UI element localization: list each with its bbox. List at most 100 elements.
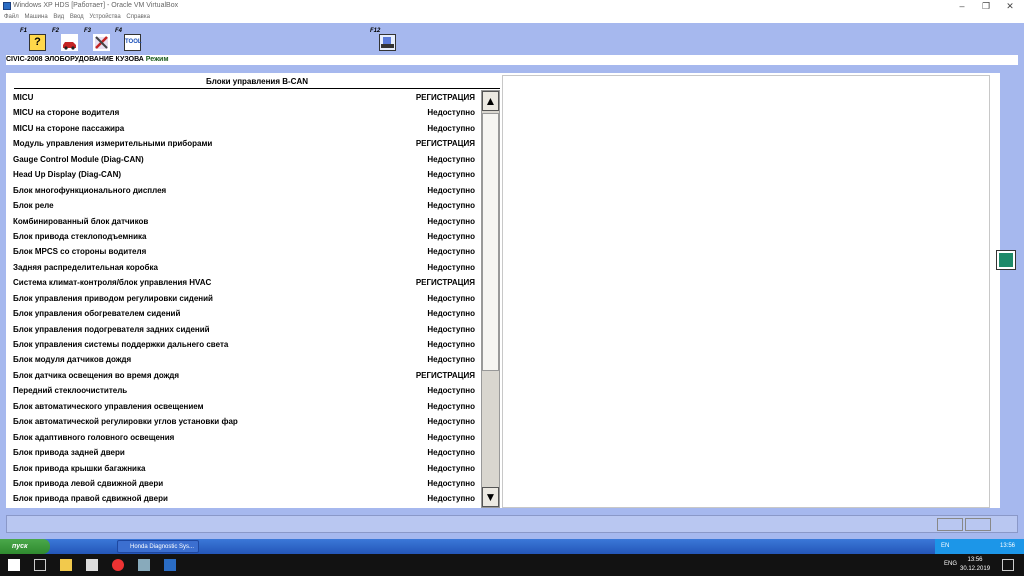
ecu-status: Недоступно [427,247,475,257]
ecu-status: Недоступно [427,154,475,164]
detail-panel [502,75,990,508]
input-language[interactable]: ENG [944,561,957,567]
ecu-name: Блок MPCS со стороны водителя [13,247,147,257]
ecu-status: РЕГИСТРАЦИЯ [415,93,475,102]
ecu-status: Недоступно [427,262,475,272]
ecu-row[interactable]: Блок модуля датчиков дождя Недоступно [10,352,477,367]
ecu-row[interactable]: Модуль управления измерительными прибора… [10,136,477,151]
ecu-row[interactable]: Блок привода задней двери Недоступно [10,445,477,460]
ecu-row[interactable]: Head Up Display (Diag-CAN) Недоступно [10,167,477,182]
ecu-name: Задняя распределительная коробка [13,262,158,272]
menu-devices[interactable]: Устройства [89,14,120,20]
ecu-row[interactable]: Передний стеклоочиститель Недоступно [10,383,477,398]
ecu-status: Недоступно [427,432,475,442]
ecu-status: Недоступно [427,478,475,488]
ecu-name: Блок модуля датчиков дождя [13,355,132,365]
ecu-name: Блок управления приводом регулировки сид… [13,293,213,303]
menu-file[interactable]: Файл [4,14,19,20]
restore-icon[interactable]: ❐ [974,0,998,12]
close-icon[interactable]: ✕ [998,0,1022,12]
ecu-status: РЕГИСТРАЦИЯ [415,370,475,380]
status-field-1 [937,518,963,531]
ecu-status: Недоступно [427,448,475,458]
ecu-name: Блок привода правой сдвижной двери [13,494,168,504]
menu-view[interactable]: Вид [53,14,64,20]
windows-taskbar: ENG 13:56 30.12.2019 [0,554,1024,576]
ecu-status: Недоступно [427,170,475,180]
ecu-status: Недоступно [427,216,475,226]
f1-help-button[interactable]: F1 ? [20,28,48,53]
ecu-row[interactable]: MICU РЕГИСТРАЦИЯ [10,90,477,105]
ecu-row[interactable]: Блок управления системы поддержки дальне… [10,337,477,352]
breadcrumb-mode: Режим [145,56,169,63]
ecu-name: Блок привода крышки багажника [13,463,146,473]
hds-toolbar: F1 ? F2 F3 F4 TOOL F12 [0,23,1024,55]
ecu-name: Передний стеклоочиститель [13,386,128,396]
xp-start-button[interactable]: пуск [0,539,50,554]
ecu-status: Недоступно [427,123,475,133]
menu-help[interactable]: Справка [126,14,150,20]
ecu-row[interactable]: Блок автоматической регулировки углов ус… [10,414,477,429]
virtualbox-taskbar-icon[interactable] [164,559,176,571]
ecu-row[interactable]: Блок адаптивного головного освещения Недо… [10,430,477,445]
notification-icon[interactable] [1002,559,1014,571]
vm-screen: F1 ? F2 F3 F4 TOOL F12 CIVIC-2008 ЭЛОБОР… [0,23,1024,539]
exit-button[interactable] [996,250,1016,270]
ecu-row[interactable]: Блок автоматического управления освещени… [10,399,477,414]
ecu-row[interactable]: Блок привода стеклоподъемника Недоступно [10,229,477,244]
ecu-row[interactable]: MICU на стороне водителя Недоступно [10,105,477,120]
ecu-row[interactable]: Блок MPCS со стороны водителя Недоступно [10,244,477,259]
calculator-icon[interactable] [86,559,98,571]
ecu-status: Недоступно [427,108,475,118]
windows-start-icon[interactable] [8,559,20,571]
menu-machine[interactable]: Машина [24,14,47,20]
ecu-status: Недоступно [427,386,475,396]
menu-input[interactable]: Ввод [70,14,84,20]
ecu-status: Недоступно [427,185,475,195]
ecu-row[interactable]: MICU на стороне пассажира Недоступно [10,121,477,136]
system-clock[interactable]: 13:56 30.12.2019 [960,556,990,574]
main-panel: Блоки управления B-CAN MICU РЕГИСТРАЦИЯ MI… [6,73,1000,508]
ecu-row[interactable]: Блок датчика освещения во время дождя РЕГ… [10,368,477,383]
ecu-name: Блок реле [13,201,54,211]
ecu-status: Недоступно [427,463,475,473]
ecu-name: Блок управления подогревателя задних сид… [13,324,210,334]
ecu-row[interactable]: Блок управления приводом регулировки сид… [10,291,477,306]
ecu-row[interactable]: Блок реле Недоступно [10,198,477,213]
ecu-row[interactable]: Блок управления обогревателем сидений Нед… [10,306,477,321]
vertical-scrollbar[interactable]: ▲ ▼ [481,90,500,508]
f2-vehicle-button[interactable]: F2 [52,28,80,53]
minimize-icon[interactable]: – [950,0,974,12]
f12-print-button[interactable]: F12 [370,28,398,53]
f3-tools-button[interactable]: F3 [84,28,112,53]
xp-task-honda[interactable]: Honda Diagnostic Sys... [117,540,199,553]
xp-tray-lang: EN [941,543,950,549]
ecu-name: MICU на стороне водителя [13,108,120,118]
ecu-name: Head Up Display (Diag-CAN) [13,170,122,180]
ecu-status: РЕГИСТРАЦИЯ [415,278,475,288]
scroll-thumb[interactable] [482,113,499,371]
ecu-row[interactable]: Система климат-контроля/блок управления … [10,275,477,290]
status-bar [6,515,1018,533]
notepad-icon[interactable] [138,559,150,571]
car-icon [61,34,78,51]
ecu-row[interactable]: Блок привода крышки багажника Недоступно [10,461,477,476]
ecu-row[interactable]: Задняя распределительная коробка Недоступ… [10,260,477,275]
ecu-name: Блок автоматического управления освещени… [13,401,204,411]
ecu-status: Недоступно [427,417,475,427]
f4-tool-button[interactable]: F4 TOOL [115,28,143,53]
scroll-up-button[interactable]: ▲ [482,91,499,111]
ecu-row[interactable]: Блок привода правой сдвижной двери Недост… [10,491,477,506]
task-view-icon[interactable] [34,559,46,571]
ecu-row[interactable]: Блок привода левой сдвижной двери Недосту… [10,476,477,491]
chrome-icon[interactable] [112,559,124,571]
ecu-row[interactable]: Комбинированный блок датчиков Недоступно [10,214,477,229]
ecu-row[interactable]: Блок управления подогревателя задних сид… [10,322,477,337]
ecu-row[interactable]: Блок многофункционального дисплея Недосту… [10,183,477,198]
scroll-down-button[interactable]: ▼ [482,487,499,507]
host-menubar: Файл Машина Вид Ввод Устройства Справка [0,12,1024,23]
ecu-name: Блок многофункционального дисплея [13,185,167,195]
explorer-icon[interactable] [60,559,72,571]
xp-taskbar: пуск Honda Diagnostic Sys... EN 13:56 [0,539,1024,554]
ecu-row[interactable]: Gauge Control Module (Diag-CAN) Недоступн… [10,152,477,167]
